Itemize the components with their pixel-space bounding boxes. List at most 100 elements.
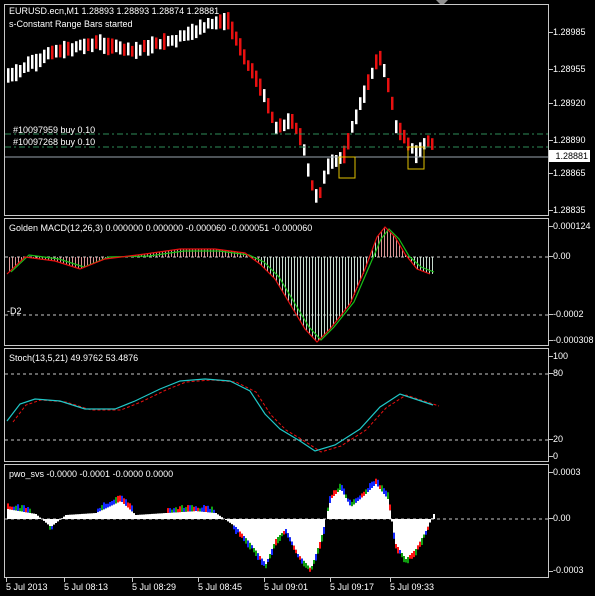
stochastic-canvas[interactable]	[5, 349, 549, 462]
time-tick: 5 Jul 09:01	[264, 582, 309, 592]
pwo-bar	[395, 519, 397, 544]
pwo-bar	[59, 519, 61, 520]
order-label-2[interactable]: #10097268 buy 0.10	[13, 137, 95, 148]
pwo-bar-cap	[299, 556, 301, 560]
pwo-bar-cap	[283, 531, 285, 535]
pwo-bar	[151, 513, 153, 519]
range-bar	[287, 113, 290, 130]
pwo-bar-cap	[305, 563, 307, 568]
range-bar	[23, 62, 26, 73]
pwo-bar	[257, 519, 259, 554]
price-tick: 1.28955	[553, 64, 586, 74]
pwo-bar-cap	[277, 537, 279, 544]
pwo-bar	[81, 513, 83, 519]
range-bar	[427, 135, 430, 148]
range-bar	[159, 39, 162, 50]
pwo-bar	[37, 515, 39, 519]
pwo-bar	[365, 494, 367, 519]
range-bar	[395, 120, 398, 134]
range-bar	[7, 68, 10, 83]
pwo-bar-cap	[97, 508, 99, 513]
pwo-bar-cap	[315, 554, 317, 561]
pwo-bar	[57, 519, 59, 522]
range-bar	[251, 63, 254, 79]
macd-histogram-bar	[270, 257, 271, 274]
time-tick: 5 Jul 08:13	[64, 582, 109, 592]
pwo-bar	[83, 513, 85, 519]
pwo-bar-cap	[395, 544, 397, 549]
macd-histogram-bar	[333, 257, 334, 326]
pwo-bar	[305, 519, 307, 564]
pwo-bar-cap	[419, 541, 421, 547]
range-bar	[219, 14, 222, 29]
order-label-1[interactable]: #10097959 buy 0.10	[13, 125, 95, 136]
macd-canvas[interactable]	[5, 219, 549, 346]
pwo-bar-cap	[199, 508, 201, 512]
pwo-canvas[interactable]	[5, 465, 549, 578]
pwo-bar	[35, 514, 37, 519]
pwo-bar	[133, 513, 135, 519]
pwo-bar	[277, 519, 279, 537]
macd-histogram-bar	[429, 257, 430, 274]
range-bar	[179, 30, 182, 42]
stochastic-pane[interactable]: Stoch(13,5,21) 49.9762 53.4876	[4, 348, 549, 462]
macd-histogram-bar	[204, 249, 205, 257]
pwo-bar	[165, 513, 167, 519]
pwo-bar-cap	[271, 549, 273, 555]
range-bar	[263, 89, 266, 103]
pwo-bar-cap	[239, 531, 241, 537]
pwo-bar	[115, 503, 117, 519]
pwo-bar-cap	[385, 490, 387, 497]
pwo-bar	[363, 495, 365, 519]
pwo-bar	[417, 519, 419, 546]
pwo-bar	[375, 484, 377, 519]
pwo-bar-cap	[113, 499, 115, 505]
pwo-bar	[431, 518, 433, 520]
pwo-bar	[425, 519, 427, 531]
pwo-tick: 0.0003	[553, 467, 581, 477]
pwo-bar-cap	[383, 488, 385, 494]
pwo-bar	[429, 519, 431, 523]
pwo-bar	[255, 519, 257, 551]
range-bar	[359, 97, 362, 110]
pwo-bar-cap	[349, 499, 351, 506]
stochastic-axis: 100 80 20 0	[549, 348, 595, 462]
range-bar	[243, 49, 246, 65]
price-chart-canvas[interactable]	[5, 5, 549, 216]
pwo-bar	[291, 519, 293, 542]
pwo-bar-cap	[171, 509, 173, 513]
pwo-bar	[245, 519, 247, 539]
price-chart-pane[interactable]: EURUSD.ecn,M1 1.28893 1.28893 1.28874 1.…	[4, 4, 549, 216]
pwo-bar	[407, 519, 409, 557]
range-bar	[399, 122, 402, 141]
pwo-pane[interactable]: pwo_svs -0.0000 -0.0001 -0.0000 0.0000	[4, 464, 549, 578]
pwo-bar-cap	[49, 526, 51, 530]
macd-pane[interactable]: Golden MACD(12,26,3) 0.000000 0.000000 -…	[4, 218, 549, 346]
pwo-bar	[427, 519, 429, 527]
range-bar	[275, 121, 278, 135]
pwo-bar-cap	[407, 557, 409, 564]
range-bar	[191, 23, 194, 40]
pwo-bar	[15, 510, 17, 519]
pwo-bar-cap	[281, 533, 283, 537]
pwo-bar-cap	[295, 549, 297, 554]
macd-histogram-bar	[216, 249, 217, 257]
pwo-bar	[55, 519, 57, 523]
range-bar	[291, 114, 294, 129]
pwo-bar	[235, 519, 237, 527]
pwo-bar	[415, 519, 417, 549]
price-tick: 1.28890	[553, 135, 586, 145]
pwo-bar	[271, 519, 273, 549]
range-bar	[303, 144, 306, 156]
pwo-bar-cap	[379, 485, 381, 489]
pwo-bar-cap	[265, 564, 267, 569]
pwo-bar-cap	[7, 503, 9, 509]
pwo-bar-cap	[375, 478, 377, 484]
pwo-bar	[227, 519, 229, 522]
pwo-bar	[147, 514, 149, 519]
pwo-bar-cap	[181, 505, 183, 512]
range-bar	[87, 38, 90, 51]
pwo-bar	[101, 510, 103, 519]
pwo-bar	[77, 514, 79, 519]
macd-histogram-bar	[276, 257, 277, 281]
